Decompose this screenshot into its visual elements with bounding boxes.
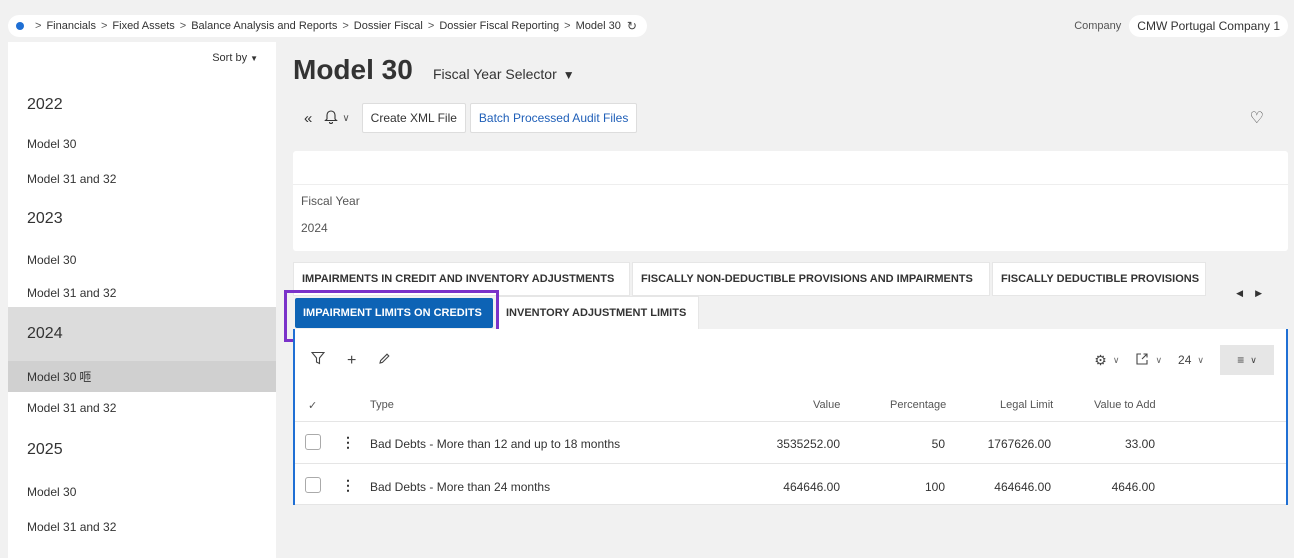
sidebar-item-model-30[interactable]: Model 30 bbox=[8, 248, 276, 272]
refresh-icon[interactable]: ↻ bbox=[627, 19, 637, 33]
sidebar-item-model-30[interactable]: Model 30 bbox=[8, 480, 276, 504]
cell-value: 3535252.00 bbox=[776, 437, 840, 451]
cell-value-to-add: 4646.00 bbox=[1111, 480, 1155, 494]
breadcrumb-item[interactable]: Balance Analysis and Reports bbox=[191, 20, 337, 32]
breadcrumb-item-current: Model 30 bbox=[575, 20, 621, 32]
breadcrumb-item[interactable]: Dossier Fiscal Reporting bbox=[439, 20, 559, 32]
cell-value-to-add: 33.00 bbox=[1124, 437, 1155, 451]
caret-down-icon: ▼ bbox=[250, 54, 258, 63]
cell-legal-limit: 464646.00 bbox=[994, 480, 1051, 494]
grid-right-tools: ⚙ ∨ ∨ 24 ∨ ≡ ∨ bbox=[1094, 345, 1274, 375]
row-menu-icon[interactable]: ⋮ bbox=[341, 477, 355, 494]
caret-down-icon: ▼ bbox=[562, 68, 575, 82]
cell-type: Bad Debts - More than 24 months bbox=[370, 480, 551, 494]
tab-deductible-provisions[interactable]: FISCALLY DEDUCTIBLE PROVISIONS bbox=[992, 262, 1206, 296]
row-divider bbox=[295, 504, 1286, 505]
breadcrumb-separator: > bbox=[427, 20, 435, 32]
cell-percentage: 100 bbox=[924, 480, 945, 494]
column-header-type[interactable]: Type bbox=[370, 399, 394, 411]
sidebar-item-model-31-32[interactable]: Model 31 and 32 bbox=[8, 392, 276, 423]
tab-non-deductible-provisions[interactable]: FISCALLY NON-DEDUCTIBLE PROVISIONS AND I… bbox=[632, 262, 990, 296]
sidebar-year-2024: 2024 bbox=[8, 307, 276, 361]
chevron-down-icon[interactable]: ∨ bbox=[1155, 355, 1162, 366]
sidebar-item-model-30[interactable]: Model 30 bbox=[8, 132, 276, 156]
data-grid: + ⚙ ∨ ∨ 24 ∨ ≡ ∨ ✓ Type Value Percentage … bbox=[293, 329, 1288, 505]
row-divider bbox=[295, 463, 1286, 464]
cell-percentage: 50 bbox=[931, 437, 945, 451]
sidebar-item-model-30-selected[interactable]: Model 30 咂 bbox=[8, 361, 276, 392]
tab-scroll-arrows[interactable]: ◀▶ bbox=[1236, 288, 1274, 299]
sort-by-button[interactable]: Sort by ▼ bbox=[212, 52, 258, 64]
sidebar-year-2023: 2023 bbox=[27, 210, 63, 227]
chevron-down-icon[interactable]: ∨ bbox=[342, 113, 349, 124]
breadcrumb-separator: > bbox=[342, 20, 349, 32]
pencil-icon[interactable] bbox=[378, 352, 391, 370]
list-icon: ≡ bbox=[1237, 353, 1245, 367]
row-divider bbox=[295, 421, 1286, 422]
sidebar-item-label: Model 30 bbox=[27, 369, 77, 384]
column-header-percentage[interactable]: Percentage bbox=[890, 399, 946, 411]
navigator-dot-icon[interactable] bbox=[16, 22, 24, 30]
company-value[interactable]: CMW Portugal Company 1 bbox=[1129, 15, 1288, 37]
sort-by-label: Sort by bbox=[212, 52, 248, 64]
fiscal-year-value: 2024 bbox=[301, 221, 328, 235]
export-icon[interactable] bbox=[1135, 352, 1149, 369]
row-menu-icon[interactable]: ⋮ bbox=[341, 434, 355, 451]
breadcrumb-separator: > bbox=[179, 20, 187, 32]
breadcrumb-separator: > bbox=[35, 20, 42, 32]
batch-processed-audit-files-button[interactable]: Batch Processed Audit Files bbox=[469, 103, 638, 133]
arrow-left-icon[interactable]: ◀ bbox=[1236, 288, 1255, 298]
page-size-value[interactable]: 24 bbox=[1178, 353, 1191, 367]
page-title: Model 30 bbox=[293, 54, 413, 85]
add-icon[interactable]: + bbox=[347, 352, 356, 370]
cell-value: 464646.00 bbox=[783, 480, 840, 494]
sidebar: Sort by ▼ 2022 Model 30 Model 31 and 32 2… bbox=[8, 42, 276, 558]
grid-toolbar: + bbox=[310, 351, 413, 370]
select-all-check-icon[interactable]: ✓ bbox=[308, 399, 317, 412]
column-header-legal-limit[interactable]: Legal Limit bbox=[1000, 399, 1053, 411]
breadcrumb: > Financials > Fixed Assets > Balance An… bbox=[8, 15, 647, 37]
sidebar-item-model-31-32[interactable]: Model 31 and 32 bbox=[8, 281, 276, 305]
arrow-right-icon[interactable]: ▶ bbox=[1255, 288, 1274, 298]
view-mode-button[interactable]: ≡ ∨ bbox=[1220, 345, 1274, 375]
sidebar-year-2022: 2022 bbox=[27, 96, 63, 113]
breadcrumb-separator: > bbox=[100, 20, 108, 32]
collapse-left-icon[interactable]: « bbox=[304, 110, 312, 127]
filter-icon[interactable] bbox=[310, 351, 326, 370]
fiscal-year-selector-label: Fiscal Year Selector bbox=[433, 66, 557, 82]
breadcrumb-item[interactable]: Dossier Fiscal bbox=[354, 20, 423, 32]
chevron-down-icon: ∨ bbox=[1250, 354, 1257, 365]
cell-type: Bad Debts - More than 12 and up to 18 mo… bbox=[370, 437, 621, 451]
fiscal-year-label: Fiscal Year bbox=[301, 194, 360, 208]
chevron-down-icon[interactable]: ∨ bbox=[1113, 355, 1120, 366]
toolbar: « ∨ Create XML File Batch Processed Audi… bbox=[296, 103, 641, 133]
fiscal-year-card: Fiscal Year 2024 bbox=[293, 151, 1288, 251]
tab-inventory-adjustment-limits[interactable]: INVENTORY ADJUSTMENT LIMITS bbox=[497, 296, 699, 330]
cell-legal-limit: 1767626.00 bbox=[987, 437, 1051, 451]
row-checkbox[interactable] bbox=[305, 477, 321, 493]
chevron-down-icon[interactable]: ∨ bbox=[1197, 355, 1204, 366]
company-label: Company bbox=[1074, 20, 1122, 32]
card-header bbox=[293, 151, 1288, 185]
top-bar: > Financials > Fixed Assets > Balance An… bbox=[0, 0, 1294, 38]
sidebar-item-model-31-32[interactable]: Model 31 and 32 bbox=[8, 515, 276, 539]
breadcrumb-item[interactable]: Financials bbox=[46, 20, 96, 32]
company-selector[interactable]: Company CMW Portugal Company 1 bbox=[1074, 15, 1288, 37]
selected-marker: 咂 bbox=[79, 370, 92, 384]
heart-icon[interactable]: ♡ bbox=[1250, 108, 1264, 128]
breadcrumb-item[interactable]: Fixed Assets bbox=[112, 20, 174, 32]
create-xml-file-button[interactable]: Create XML File bbox=[361, 103, 466, 133]
gear-icon[interactable]: ⚙ bbox=[1094, 352, 1107, 369]
row-checkbox[interactable] bbox=[305, 434, 321, 450]
sidebar-year-2025: 2025 bbox=[27, 441, 63, 458]
bell-icon[interactable] bbox=[324, 109, 339, 128]
sidebar-item-model-31-32[interactable]: Model 31 and 32 bbox=[8, 167, 276, 191]
breadcrumb-separator: > bbox=[564, 20, 571, 32]
column-header-value-to-add[interactable]: Value to Add bbox=[1094, 399, 1156, 411]
fiscal-year-selector[interactable]: Fiscal Year Selector ▼ bbox=[433, 66, 575, 82]
column-header-value[interactable]: Value bbox=[813, 399, 840, 411]
